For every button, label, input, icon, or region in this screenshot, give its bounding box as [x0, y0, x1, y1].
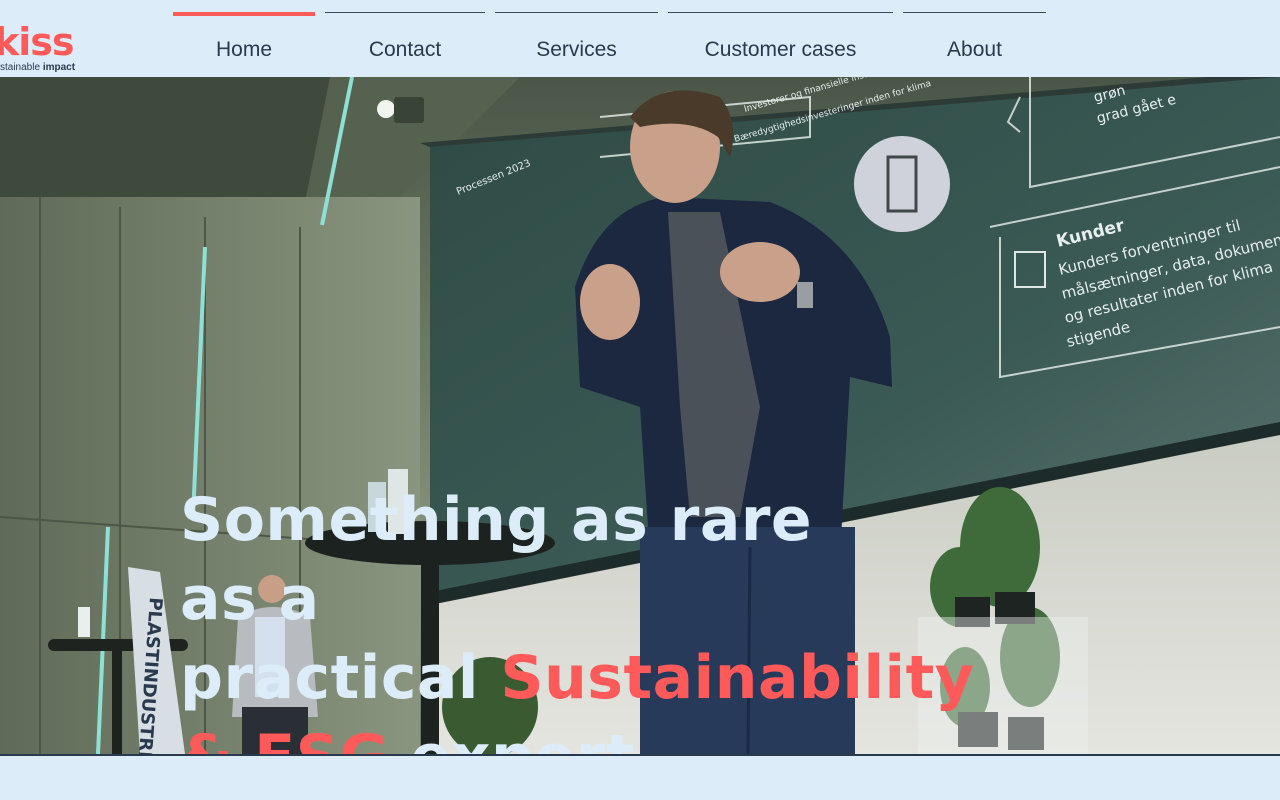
- nav-item-about[interactable]: About: [903, 12, 1046, 72]
- hero-headline-text: practical: [180, 643, 501, 713]
- hero-headline-accent: Sustainability: [500, 643, 975, 713]
- hero-divider: [0, 754, 1280, 756]
- main-navigation: Home Contact Services Customer cases Abo…: [0, 12, 1280, 72]
- nav-item-label: Contact: [368, 38, 442, 61]
- nav-item-label: About: [947, 38, 1002, 61]
- nav-item-label: Services: [536, 38, 617, 61]
- hero-headline-line: practical Sustainability: [180, 639, 974, 718]
- hero-headline-accent: & ESG: [180, 722, 389, 754]
- hero-headline-line: & ESG expert: [180, 718, 880, 754]
- nav-item-label: Customer cases: [704, 38, 857, 61]
- hero-image: Kunder Kunders forventninger til målsætn…: [0, 77, 1280, 754]
- hero-headline-text: expert: [389, 722, 635, 754]
- nav-item-contact[interactable]: Contact: [325, 12, 485, 72]
- nav-item-customer-cases[interactable]: Customer cases: [668, 12, 893, 72]
- page: kiss stainable impact Home Contact Servi…: [0, 0, 1280, 800]
- nav-item-services[interactable]: Services: [495, 12, 658, 72]
- nav-item-label: Home: [215, 38, 273, 61]
- site-header: kiss stainable impact Home Contact Servi…: [0, 0, 1280, 77]
- nav-item-home[interactable]: Home: [173, 12, 315, 72]
- hero-headline-text: Something as rare as a: [180, 485, 813, 634]
- hero-headline: Something as rare as a practical Sustain…: [180, 481, 974, 754]
- hero-headline-line: Something as rare as a: [180, 481, 880, 639]
